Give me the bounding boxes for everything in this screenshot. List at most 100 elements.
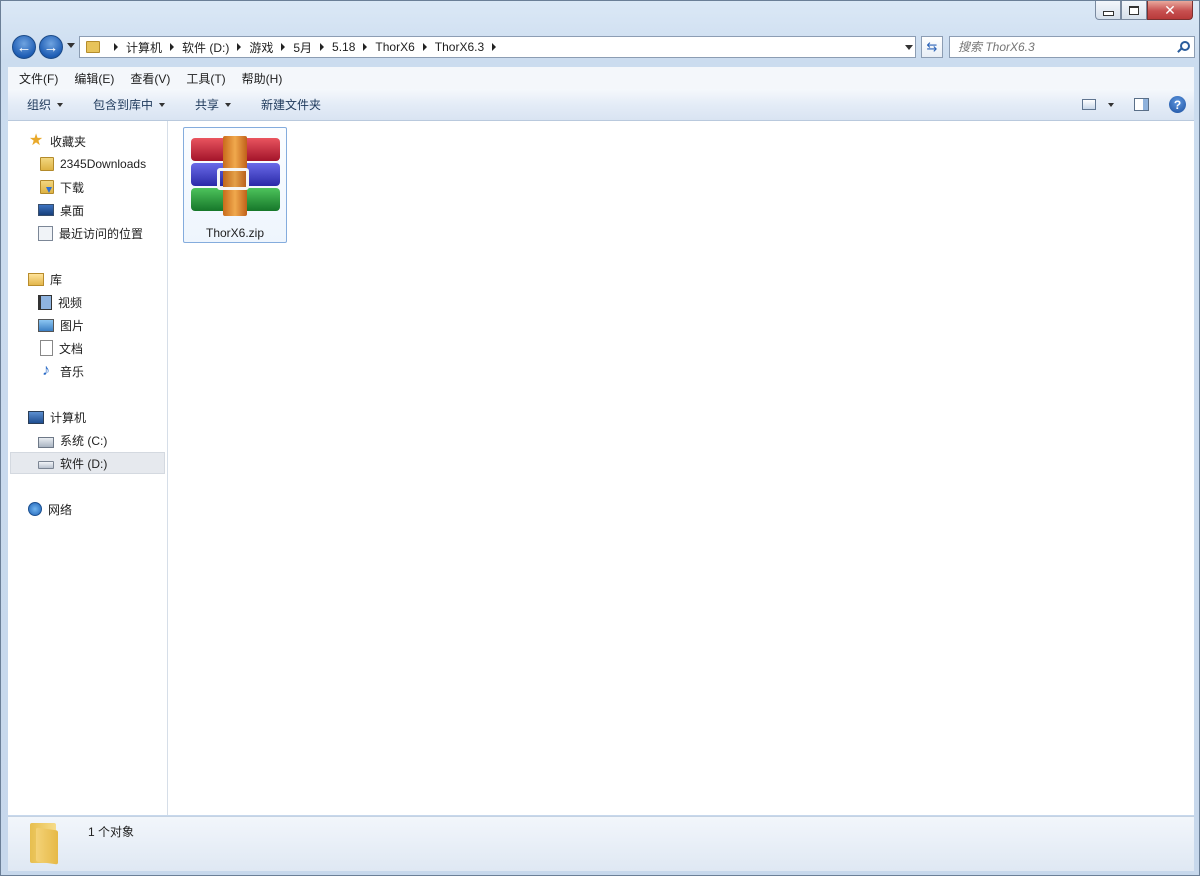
sidebar-item-label: 下载 [60, 180, 85, 195]
breadcrumb-item[interactable]: ThorX6.3 [435, 40, 484, 54]
recent-places-icon [38, 225, 53, 241]
breadcrumb-separator[interactable] [114, 43, 118, 51]
help-icon[interactable]: ? [1169, 96, 1186, 113]
sidebar-item-label: 2345Downloads [60, 157, 147, 171]
include-in-library-button[interactable]: 包含到库中 [77, 96, 179, 113]
refresh-button[interactable]: ⇆ [921, 36, 943, 58]
breadcrumb-separator[interactable] [237, 43, 242, 51]
forward-button[interactable]: → [39, 35, 63, 59]
music-note-icon: ♪ [42, 362, 50, 379]
sidebar-item-label: 桌面 [60, 203, 85, 218]
library-icon [28, 272, 44, 286]
sidebar-item-label: 音乐 [60, 364, 85, 379]
sidebar-item-drive-c[interactable]: 系统 (C:) [38, 430, 107, 450]
chevron-down-icon [159, 102, 166, 107]
menu-bar: 文件(F) 编辑(E) 查看(V) 工具(T) 帮助(H) [8, 67, 1194, 90]
file-list-view[interactable]: ThorX6.zip [168, 121, 1194, 815]
documents-library-icon [40, 340, 53, 356]
new-folder-button[interactable]: 新建文件夹 [245, 96, 335, 113]
system-drive-icon [38, 437, 54, 448]
sidebar-item-label: 计算机 [50, 410, 87, 425]
sidebar-item-desktop[interactable]: 桌面 [38, 200, 84, 220]
sidebar-libraries[interactable]: 库 [28, 269, 62, 289]
sidebar-network[interactable]: 网络 [28, 499, 72, 519]
maximize-button[interactable] [1121, 1, 1147, 20]
sidebar-item-label: 收藏夹 [50, 134, 87, 149]
breadcrumb-item[interactable]: 游戏 [249, 39, 273, 56]
search-input[interactable] [950, 37, 1176, 57]
arrow-left-icon: ← [16, 38, 32, 56]
desktop-icon [38, 204, 54, 216]
sidebar-item-label: 网络 [48, 502, 73, 517]
sidebar-item-label: 软件 (D:) [60, 456, 108, 471]
organize-button[interactable]: 组织 [8, 96, 77, 113]
menu-edit[interactable]: 编辑(E) [63, 70, 119, 87]
organize-label: 组织 [27, 98, 52, 112]
sidebar-item-label: 最近访问的位置 [59, 226, 144, 241]
sidebar-item-label: 库 [50, 272, 63, 287]
sidebar-item-2345downloads[interactable]: 2345Downloads [38, 154, 146, 174]
breadcrumb-separator[interactable] [363, 43, 368, 51]
sidebar-item-label: 视频 [58, 295, 83, 310]
sidebar-item-documents[interactable]: 文档 [38, 338, 83, 358]
navigation-pane: ★ 收藏夹 2345Downloads 下载 桌面 最近访问的位置 库 视频 图… [8, 121, 168, 815]
chevron-down-icon [57, 102, 64, 107]
view-options-dropdown[interactable] [1108, 102, 1114, 107]
sidebar-item-recent-places[interactable]: 最近访问的位置 [38, 223, 143, 243]
explorer-window: ✕ ← → 计算机 软件 (D:) 游戏 5月 5.18 ThorX6 Thor… [0, 0, 1200, 876]
close-button[interactable]: ✕ [1147, 1, 1193, 20]
details-pane: 1 个对象 [8, 816, 1194, 871]
pictures-library-icon [38, 318, 54, 332]
network-icon [28, 502, 42, 516]
address-history-dropdown[interactable] [905, 45, 913, 50]
breadcrumb-item[interactable]: 5.18 [332, 40, 355, 54]
breadcrumb-separator[interactable] [320, 43, 325, 51]
sidebar-item-music[interactable]: ♪ 音乐 [38, 361, 84, 381]
winrar-archive-icon [189, 136, 282, 216]
menu-view[interactable]: 查看(V) [119, 70, 175, 87]
breadcrumb-item[interactable]: ThorX6 [375, 40, 414, 54]
hard-drive-icon [38, 461, 54, 469]
search-icon[interactable] [1176, 40, 1190, 54]
breadcrumb-item[interactable]: 计算机 [126, 39, 162, 56]
sidebar-item-label: 文档 [59, 341, 84, 356]
preview-pane-icon[interactable] [1134, 98, 1149, 111]
view-controls: ? [1072, 89, 1194, 120]
breadcrumb-item[interactable]: 软件 (D:) [182, 39, 229, 56]
breadcrumb-separator[interactable] [492, 43, 497, 51]
star-icon: ★ [28, 132, 44, 149]
recent-pages-dropdown[interactable] [67, 43, 75, 48]
breadcrumb-item[interactable]: 5月 [293, 39, 312, 56]
address-row: ← → 计算机 软件 (D:) 游戏 5月 5.18 ThorX6 ThorX6… [9, 33, 1195, 61]
minimize-button[interactable] [1095, 1, 1121, 20]
sidebar-item-pictures[interactable]: 图片 [38, 315, 84, 335]
address-bar[interactable]: 计算机 软件 (D:) 游戏 5月 5.18 ThorX6 ThorX6.3 [79, 36, 916, 58]
folder-icon [40, 157, 54, 171]
sidebar-favorites[interactable]: ★ 收藏夹 [28, 131, 86, 151]
sidebar-item-label: 系统 (C:) [60, 433, 108, 448]
close-icon: ✕ [1164, 2, 1176, 18]
menu-help[interactable]: 帮助(H) [231, 70, 288, 87]
file-name: ThorX6.zip [205, 226, 265, 240]
back-button[interactable]: ← [12, 35, 36, 59]
item-count: 1 个对象 [88, 825, 135, 839]
sidebar-computer[interactable]: 计算机 [28, 407, 86, 427]
sidebar-item-drive-d[interactable]: 软件 (D:) [38, 453, 107, 473]
search-box [949, 36, 1195, 58]
sidebar-item-downloads[interactable]: 下载 [38, 177, 84, 197]
folder-icon [86, 41, 100, 53]
breadcrumb-separator[interactable] [281, 43, 286, 51]
menu-file[interactable]: 文件(F) [8, 70, 63, 87]
folder-icon [30, 823, 64, 865]
breadcrumb-separator[interactable] [170, 43, 175, 51]
caption-buttons: ✕ [1095, 1, 1193, 20]
file-item[interactable]: ThorX6.zip [183, 127, 287, 243]
sidebar-item-videos[interactable]: 视频 [38, 292, 82, 312]
menu-tools[interactable]: 工具(T) [175, 70, 230, 87]
breadcrumb-separator[interactable] [422, 43, 427, 51]
command-bar: 组织 包含到库中 共享 新建文件夹 ? [8, 89, 1194, 121]
download-folder-icon [40, 180, 54, 194]
include-in-library-label: 包含到库中 [93, 98, 154, 112]
change-view-icon[interactable] [1082, 99, 1096, 110]
share-button[interactable]: 共享 [179, 96, 245, 113]
